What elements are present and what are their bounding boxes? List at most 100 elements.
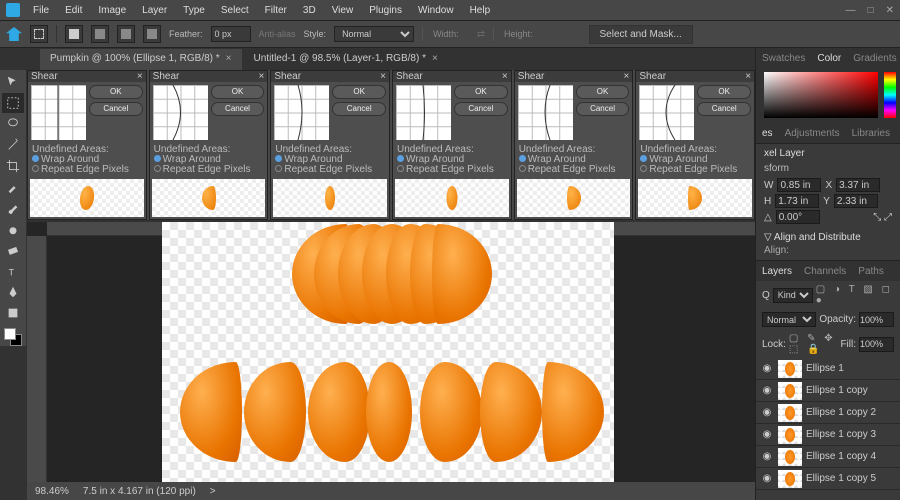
feather-input[interactable]	[211, 26, 251, 42]
close-icon[interactable]: ×	[624, 71, 630, 82]
marquee-tool[interactable]	[2, 93, 24, 113]
color-picker[interactable]	[756, 68, 900, 123]
type-tool[interactable]: T	[2, 261, 24, 281]
layer-thumbnail[interactable]	[778, 404, 802, 422]
mode-intersect-icon[interactable]	[143, 25, 161, 43]
chevron-right-icon[interactable]: >	[210, 486, 216, 497]
maximize-icon[interactable]: □	[868, 5, 874, 16]
opacity-input[interactable]	[859, 312, 894, 327]
width-input[interactable]	[777, 178, 821, 192]
close-icon[interactable]: ×	[745, 71, 751, 82]
layer-row[interactable]: ◉Ellipse 1 copy 3	[756, 424, 900, 446]
shape-tool[interactable]	[2, 303, 24, 323]
tab-properties[interactable]: es	[756, 128, 779, 139]
close-icon[interactable]: ×	[502, 71, 508, 82]
close-icon[interactable]: ×	[137, 71, 143, 82]
menu-file[interactable]: File	[26, 2, 56, 19]
menu-3d[interactable]: 3D	[296, 2, 323, 19]
brush-tool[interactable]	[2, 198, 24, 218]
tab-libraries[interactable]: Libraries	[846, 128, 896, 139]
eyedropper-tool[interactable]	[2, 177, 24, 197]
tab-paths[interactable]: Paths	[852, 266, 890, 277]
x-input[interactable]	[836, 178, 880, 192]
marquee-tool-icon[interactable]	[30, 25, 48, 43]
shear-curve-grid[interactable]	[396, 85, 451, 140]
menu-edit[interactable]: Edit	[58, 2, 89, 19]
tab-adjustments[interactable]: Adjustments	[779, 128, 846, 139]
cancel-button[interactable]: Cancel	[576, 102, 630, 116]
wand-tool[interactable]	[2, 135, 24, 155]
visibility-icon[interactable]: ◉	[760, 407, 774, 418]
blend-mode-select[interactable]: Normal	[762, 312, 816, 327]
close-icon[interactable]: ✕	[886, 5, 894, 16]
document-canvas[interactable]	[162, 222, 614, 482]
tab-channels[interactable]: Channels	[798, 266, 852, 277]
layer-row[interactable]: ◉Ellipse 1 copy 5	[756, 468, 900, 490]
visibility-icon[interactable]: ◉	[760, 363, 774, 374]
zoom-readout[interactable]: 98.46%	[35, 486, 69, 497]
close-icon[interactable]: ×	[226, 53, 232, 64]
ok-button[interactable]: OK	[211, 85, 265, 99]
layer-row[interactable]: ◉Ellipse 1 copy	[756, 380, 900, 402]
menu-help[interactable]: Help	[463, 2, 498, 19]
layer-thumbnail[interactable]	[778, 448, 802, 466]
fill-input[interactable]	[859, 337, 894, 352]
cancel-button[interactable]: Cancel	[89, 102, 143, 116]
crop-tool[interactable]	[2, 156, 24, 176]
menu-filter[interactable]: Filter	[258, 2, 294, 19]
menu-layer[interactable]: Layer	[135, 2, 174, 19]
hue-slider[interactable]	[884, 72, 896, 118]
height-input[interactable]	[775, 194, 819, 208]
menu-select[interactable]: Select	[214, 2, 256, 19]
minimize-icon[interactable]: —	[846, 5, 856, 16]
lasso-tool[interactable]	[2, 114, 24, 134]
layer-row[interactable]: ◉Ellipse 1 copy 4	[756, 446, 900, 468]
cancel-button[interactable]: Cancel	[332, 102, 386, 116]
ok-button[interactable]: OK	[697, 85, 751, 99]
menu-image[interactable]: Image	[91, 2, 133, 19]
filter-kind-select[interactable]: Kind	[773, 288, 813, 303]
menu-window[interactable]: Window	[411, 2, 461, 19]
ok-button[interactable]: OK	[576, 85, 630, 99]
ok-button[interactable]: OK	[89, 85, 143, 99]
home-icon[interactable]	[6, 27, 22, 41]
visibility-icon[interactable]: ◉	[760, 473, 774, 484]
menu-view[interactable]: View	[325, 2, 361, 19]
menu-type[interactable]: Type	[176, 2, 212, 19]
layer-thumbnail[interactable]	[778, 382, 802, 400]
filter-icons[interactable]: ▢ ◑ T ▧ ◻ ●	[816, 284, 894, 306]
shear-curve-grid[interactable]	[153, 85, 208, 140]
ruler-vertical[interactable]	[27, 236, 47, 482]
cancel-button[interactable]: Cancel	[211, 102, 265, 116]
mode-add-icon[interactable]	[91, 25, 109, 43]
color-swatches[interactable]	[4, 328, 22, 346]
ok-button[interactable]: OK	[332, 85, 386, 99]
tab-swatches[interactable]: Swatches	[756, 53, 811, 64]
tab-untitled[interactable]: Untitled-1 @ 98.5% (Layer-1, RGB/8) *×	[244, 49, 448, 70]
tab-gradients[interactable]: Gradients	[847, 53, 900, 64]
shear-curve-grid[interactable]	[518, 85, 573, 140]
y-input[interactable]	[834, 194, 878, 208]
mode-sub-icon[interactable]	[117, 25, 135, 43]
style-select[interactable]: Normal	[334, 26, 414, 42]
clone-tool[interactable]	[2, 219, 24, 239]
select-and-mask-button[interactable]: Select and Mask...	[589, 25, 693, 44]
layer-thumbnail[interactable]	[778, 470, 802, 488]
shear-curve-grid[interactable]	[639, 85, 694, 140]
cancel-button[interactable]: Cancel	[697, 102, 751, 116]
move-tool[interactable]	[2, 72, 24, 92]
layer-row[interactable]: ◉Ellipse 1	[756, 358, 900, 380]
layer-thumbnail[interactable]	[778, 360, 802, 378]
tab-layers[interactable]: Layers	[756, 266, 798, 277]
visibility-icon[interactable]: ◉	[760, 429, 774, 440]
close-icon[interactable]: ×	[259, 71, 265, 82]
layer-row[interactable]: ◉Ellipse 1 copy 2	[756, 402, 900, 424]
menu-plugins[interactable]: Plugins	[362, 2, 409, 19]
visibility-icon[interactable]: ◉	[760, 385, 774, 396]
lock-icons[interactable]: ▢ ✎ ✥ ⬚ 🔒	[789, 333, 838, 355]
tab-color[interactable]: Color	[811, 53, 847, 64]
mode-new-icon[interactable]	[65, 25, 83, 43]
ok-button[interactable]: OK	[454, 85, 508, 99]
close-icon[interactable]: ×	[380, 71, 386, 82]
shear-curve-grid[interactable]	[31, 85, 86, 140]
